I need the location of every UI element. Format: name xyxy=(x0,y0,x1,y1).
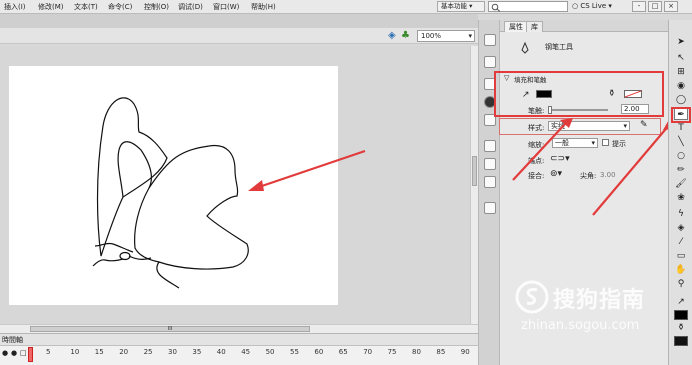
panel-tabs: 属性 库 xyxy=(500,20,668,32)
outline-icon[interactable]: □ xyxy=(20,349,27,357)
zoom-select[interactable]: 100% ▾ xyxy=(417,30,475,42)
frame-tick-label: 40 xyxy=(216,348,226,356)
playhead[interactable] xyxy=(28,347,33,362)
pencil-tool-icon[interactable]: ✏ xyxy=(674,164,688,176)
lock-icon[interactable]: ● xyxy=(11,349,17,357)
close-button[interactable]: × xyxy=(664,1,678,12)
menu-bar: 插入(I) 修改(M) 文本(T) 命令(C) 控制(O) 调试(D) 窗口(W… xyxy=(0,0,692,14)
annotation-box-pen-tool xyxy=(671,107,691,123)
frame-tick-label: 90 xyxy=(460,348,470,356)
selection-tool-icon[interactable]: ➤ xyxy=(674,36,688,48)
eye-icon[interactable]: ● xyxy=(2,349,8,357)
code-snippets-icon[interactable] xyxy=(484,140,496,152)
color-panel-icon[interactable] xyxy=(484,34,496,46)
frame-tick-label: 35 xyxy=(192,348,202,356)
watermark-brand: 搜狗指南 xyxy=(553,288,646,313)
chevron-down-icon: ▾ xyxy=(469,2,473,10)
edit-scene-icon[interactable]: ♣ xyxy=(401,30,410,41)
components-icon[interactable] xyxy=(484,158,496,170)
timeline-ruler[interactable]: ● ● □ 5 10 15 20 25 30 35 40 45 50 55 60 65 70 75 80 85 9… xyxy=(0,345,478,365)
tab-library[interactable]: 库 xyxy=(526,21,543,32)
frame-tick-label: 85 xyxy=(436,348,446,356)
timeline-label[interactable]: 時間軸 xyxy=(2,335,23,345)
watermark: 搜狗指南 zhinan.sogou.com xyxy=(515,280,692,350)
menu-control[interactable]: 控制(O) xyxy=(144,2,169,12)
cs-live-label: CS Live xyxy=(580,2,607,10)
edit-symbol-icon[interactable]: ◈ xyxy=(388,30,396,41)
stage-vertical-scrollbar[interactable] xyxy=(470,46,478,324)
maximize-button[interactable]: □ xyxy=(648,1,662,12)
subselection-tool-icon[interactable]: ↖ xyxy=(674,52,688,64)
workspace-label: 基本功能 xyxy=(441,2,467,10)
eyedropper-tool-icon[interactable]: ⁄ xyxy=(674,236,688,248)
eraser-tool-icon[interactable]: ▭ xyxy=(674,250,688,262)
cs-live-menu[interactable]: ○ CS Live ▾ xyxy=(572,2,612,10)
menu-debug[interactable]: 调试(D) xyxy=(178,2,203,12)
bone-tool-icon[interactable]: ϟ xyxy=(674,208,688,220)
menu-window[interactable]: 窗口(W) xyxy=(213,2,239,12)
annotation-arrow-stage xyxy=(248,149,366,191)
frame-tick-label: 45 xyxy=(241,348,251,356)
stage-area xyxy=(0,46,478,324)
motion-presets-icon[interactable] xyxy=(484,176,496,188)
menu-insert[interactable]: 插入(I) xyxy=(4,2,26,12)
frame-tick-label: 10 xyxy=(70,348,80,356)
chevron-down-icon: ▾ xyxy=(468,32,472,40)
hand-tool-icon[interactable]: ✋ xyxy=(674,264,688,276)
menu-help[interactable]: 帮助(H) xyxy=(251,2,276,12)
swatches-panel-icon[interactable] xyxy=(484,56,496,68)
text-tool-icon[interactable]: T xyxy=(674,122,688,134)
frame-tick-label: 25 xyxy=(143,348,153,356)
history-panel-icon[interactable] xyxy=(484,202,496,214)
lasso-tool-icon[interactable]: ◯ xyxy=(674,94,688,106)
annotation-arrows-panel xyxy=(512,116,675,216)
search-icon xyxy=(491,3,501,12)
deco-tool-icon[interactable]: ❀ xyxy=(674,192,688,204)
scrollbar-thumb[interactable]: III xyxy=(30,326,310,332)
frame-tick-label: 30 xyxy=(168,348,177,356)
menu-commands[interactable]: 命令(C) xyxy=(108,2,132,12)
frame-tick-label: 5 xyxy=(46,348,51,356)
frame-tick-label: 55 xyxy=(290,348,299,356)
stage-horizontal-scrollbar[interactable]: III xyxy=(0,324,478,333)
zoom-value: 100% xyxy=(421,32,442,40)
watermark-url: zhinan.sogou.com xyxy=(521,318,640,333)
frame-tick-label: 15 xyxy=(94,348,104,356)
timeline-header: 時間軸 xyxy=(0,333,478,345)
workspace-switcher[interactable]: 基本功能 ▾ xyxy=(437,1,485,12)
scrollbar-thumb[interactable] xyxy=(472,156,477,186)
tool-name: 钢笔工具 xyxy=(545,43,573,51)
edit-bar: ◈ ♣ 100% ▾ xyxy=(0,28,478,44)
frame-tick-label: 80 xyxy=(412,348,421,356)
frame-tick-label: 20 xyxy=(119,348,129,356)
sogou-logo-icon xyxy=(515,280,549,314)
rectangle-tool-icon[interactable]: ○ xyxy=(674,150,688,162)
frame-tick-label: 65 xyxy=(338,348,348,356)
cs-live-icon: ○ xyxy=(572,2,579,10)
minimize-button[interactable]: - xyxy=(632,1,646,12)
tab-properties[interactable]: 属性 xyxy=(504,21,528,32)
menu-text[interactable]: 文本(T) xyxy=(74,2,98,12)
frame-tick-label: 75 xyxy=(387,348,397,356)
3d-rotation-tool-icon[interactable]: ◉ xyxy=(674,80,688,92)
frame-tick-label: 60 xyxy=(314,348,324,356)
free-transform-tool-icon[interactable]: ⊞ xyxy=(674,66,688,78)
frame-tick-label: 70 xyxy=(363,348,373,356)
help-search-input[interactable] xyxy=(488,1,568,12)
line-tool-icon[interactable]: ╲ xyxy=(674,136,688,148)
butterfly-outline xyxy=(92,97,249,289)
pen-tool-icon xyxy=(521,42,529,54)
brush-tool-icon[interactable]: 🖌 xyxy=(674,178,688,190)
frame-tick-label: 50 xyxy=(265,348,275,356)
paint-bucket-tool-icon[interactable]: ◈ xyxy=(674,222,688,234)
document-tab-bar xyxy=(0,14,478,28)
menu-modify[interactable]: 修改(M) xyxy=(38,2,64,12)
